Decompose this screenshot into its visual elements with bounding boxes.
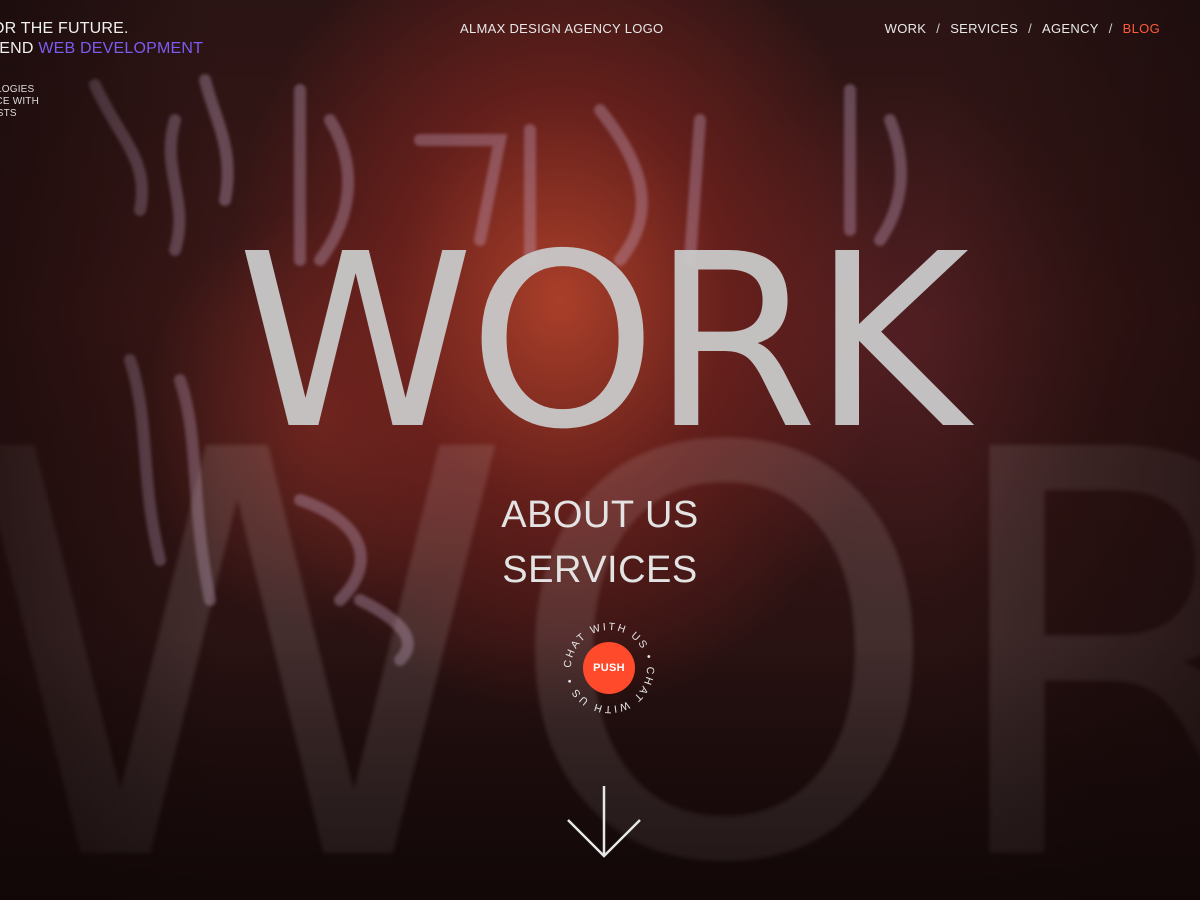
tagline-line-2: D-END WEB DEVELOPMENT bbox=[0, 39, 203, 59]
top-navigation: WORK / SERVICES / AGENCY / BLOG bbox=[885, 21, 1160, 36]
push-chat-button[interactable]: PUSH bbox=[583, 642, 635, 694]
menu-item-services[interactable]: SERVICES bbox=[0, 549, 1200, 592]
tagline-subtext-line-3: LISTS bbox=[0, 108, 17, 119]
menu-item-about-us[interactable]: ABOUT US bbox=[0, 494, 1200, 537]
nav-item-services[interactable]: SERVICES bbox=[950, 21, 1018, 36]
nav-item-blog[interactable]: BLOG bbox=[1123, 21, 1160, 36]
nav-separator: / bbox=[936, 21, 941, 36]
tagline-line-1: FOR THE FUTURE. bbox=[0, 20, 129, 37]
tagline-subtext: OLOGIES NCE WITH LISTS bbox=[0, 84, 39, 120]
tagline-accent: WEB DEVELOPMENT bbox=[38, 40, 204, 57]
hero-title[interactable]: WORK bbox=[0, 222, 1200, 462]
tagline-subtext-line-1: OLOGIES bbox=[0, 84, 35, 95]
chat-widget[interactable]: CHAT WITH US • CHAT WITH US • PUSH bbox=[561, 620, 657, 716]
nav-item-work[interactable]: WORK bbox=[885, 21, 927, 36]
hero-tagline: FOR THE FUTURE. D-END WEB DEVELOPMENT bbox=[0, 19, 203, 59]
tagline-line-2-prefix: D-END bbox=[0, 40, 34, 57]
nav-separator: / bbox=[1108, 21, 1113, 36]
nav-item-agency[interactable]: AGENCY bbox=[1042, 21, 1099, 36]
arrow-down-icon[interactable] bbox=[566, 784, 642, 860]
agency-logo[interactable]: ALMAX DESIGN AGENCY LOGO bbox=[460, 21, 663, 36]
nav-separator: / bbox=[1028, 21, 1033, 36]
tagline-subtext-line-2: NCE WITH bbox=[0, 96, 40, 107]
